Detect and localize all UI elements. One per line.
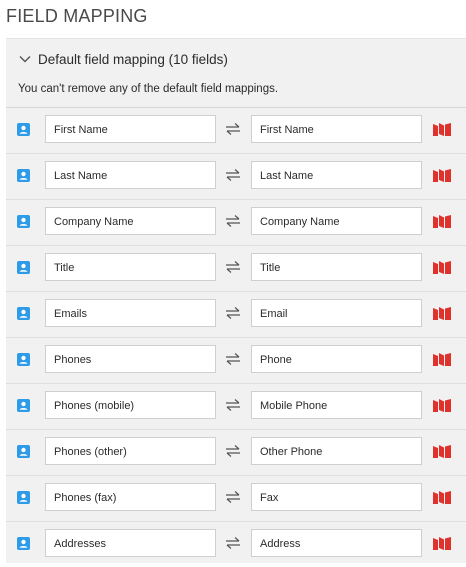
marketo-logo-icon xyxy=(433,215,451,228)
swap-arrows-icon xyxy=(226,353,240,365)
contact-card-icon xyxy=(17,491,30,504)
target-field[interactable]: Last Name xyxy=(251,161,422,189)
swap-arrows-icon xyxy=(226,445,240,457)
source-field[interactable]: Phones (fax) xyxy=(45,483,216,511)
contact-card-icon xyxy=(17,445,30,458)
marketo-logo-icon xyxy=(433,491,451,504)
target-field[interactable]: Other Phone xyxy=(251,437,422,465)
mapping-row: Phones (mobile) Mobile Phone xyxy=(6,383,466,429)
swap-arrows-icon xyxy=(226,307,240,319)
marketo-logo-icon xyxy=(433,399,451,412)
mapping-row: Phones Phone xyxy=(6,337,466,383)
target-field[interactable]: First Name xyxy=(251,115,422,143)
swap-arrows-icon xyxy=(226,491,240,503)
default-mapping-panel: Default field mapping (10 fields) You ca… xyxy=(6,38,466,563)
mapping-row: Phones (fax) Fax xyxy=(6,475,466,521)
mapping-row: Company Name Company Name xyxy=(6,199,466,245)
mapping-list: First Name First Name Last Name Last Nam… xyxy=(6,107,466,567)
contact-card-icon xyxy=(17,537,30,550)
mapping-row: Last Name Last Name xyxy=(6,153,466,199)
source-field[interactable]: Last Name xyxy=(45,161,216,189)
target-field[interactable]: Fax xyxy=(251,483,422,511)
marketo-logo-icon xyxy=(433,123,451,136)
mapping-row: Phones (other) Other Phone xyxy=(6,429,466,475)
source-field[interactable]: Title xyxy=(45,253,216,281)
mapping-row: First Name First Name xyxy=(6,107,466,153)
target-field[interactable]: Address xyxy=(251,529,422,557)
source-field[interactable]: Phones xyxy=(45,345,216,373)
contact-card-icon xyxy=(17,169,30,182)
swap-arrows-icon xyxy=(226,123,240,135)
target-field[interactable]: Mobile Phone xyxy=(251,391,422,419)
default-mapping-note: You can't remove any of the default fiel… xyxy=(18,83,279,95)
source-field[interactable]: Phones (mobile) xyxy=(45,391,216,419)
marketo-logo-icon xyxy=(433,445,451,458)
mapping-row: Addresses Address xyxy=(6,521,466,567)
contact-card-icon xyxy=(17,261,30,274)
swap-arrows-icon xyxy=(226,261,240,273)
contact-card-icon xyxy=(17,353,30,366)
source-field[interactable]: Phones (other) xyxy=(45,437,216,465)
chevron-down-icon xyxy=(19,56,31,63)
source-field[interactable]: Addresses xyxy=(45,529,216,557)
swap-arrows-icon xyxy=(226,215,240,227)
marketo-logo-icon xyxy=(433,307,451,320)
page-title: FIELD MAPPING xyxy=(6,6,148,26)
marketo-logo-icon xyxy=(433,353,451,366)
mapping-row: Title Title xyxy=(6,245,466,291)
target-field[interactable]: Email xyxy=(251,299,422,327)
contact-card-icon xyxy=(17,123,30,136)
target-field[interactable]: Title xyxy=(251,253,422,281)
contact-card-icon xyxy=(17,307,30,320)
target-field[interactable]: Company Name xyxy=(251,207,422,235)
mapping-row: Emails Email xyxy=(6,291,466,337)
swap-arrows-icon xyxy=(226,399,240,411)
contact-card-icon xyxy=(17,399,30,412)
source-field[interactable]: Emails xyxy=(45,299,216,327)
source-field[interactable]: Company Name xyxy=(45,207,216,235)
swap-arrows-icon xyxy=(226,169,240,181)
marketo-logo-icon xyxy=(433,169,451,182)
default-mapping-toggle[interactable]: Default field mapping (10 fields) xyxy=(18,51,228,67)
source-field[interactable]: First Name xyxy=(45,115,216,143)
target-field[interactable]: Phone xyxy=(251,345,422,373)
panel-header-label: Default field mapping (10 fields) xyxy=(38,51,228,67)
contact-card-icon xyxy=(17,215,30,228)
marketo-logo-icon xyxy=(433,537,451,550)
marketo-logo-icon xyxy=(433,261,451,274)
swap-arrows-icon xyxy=(226,537,240,549)
